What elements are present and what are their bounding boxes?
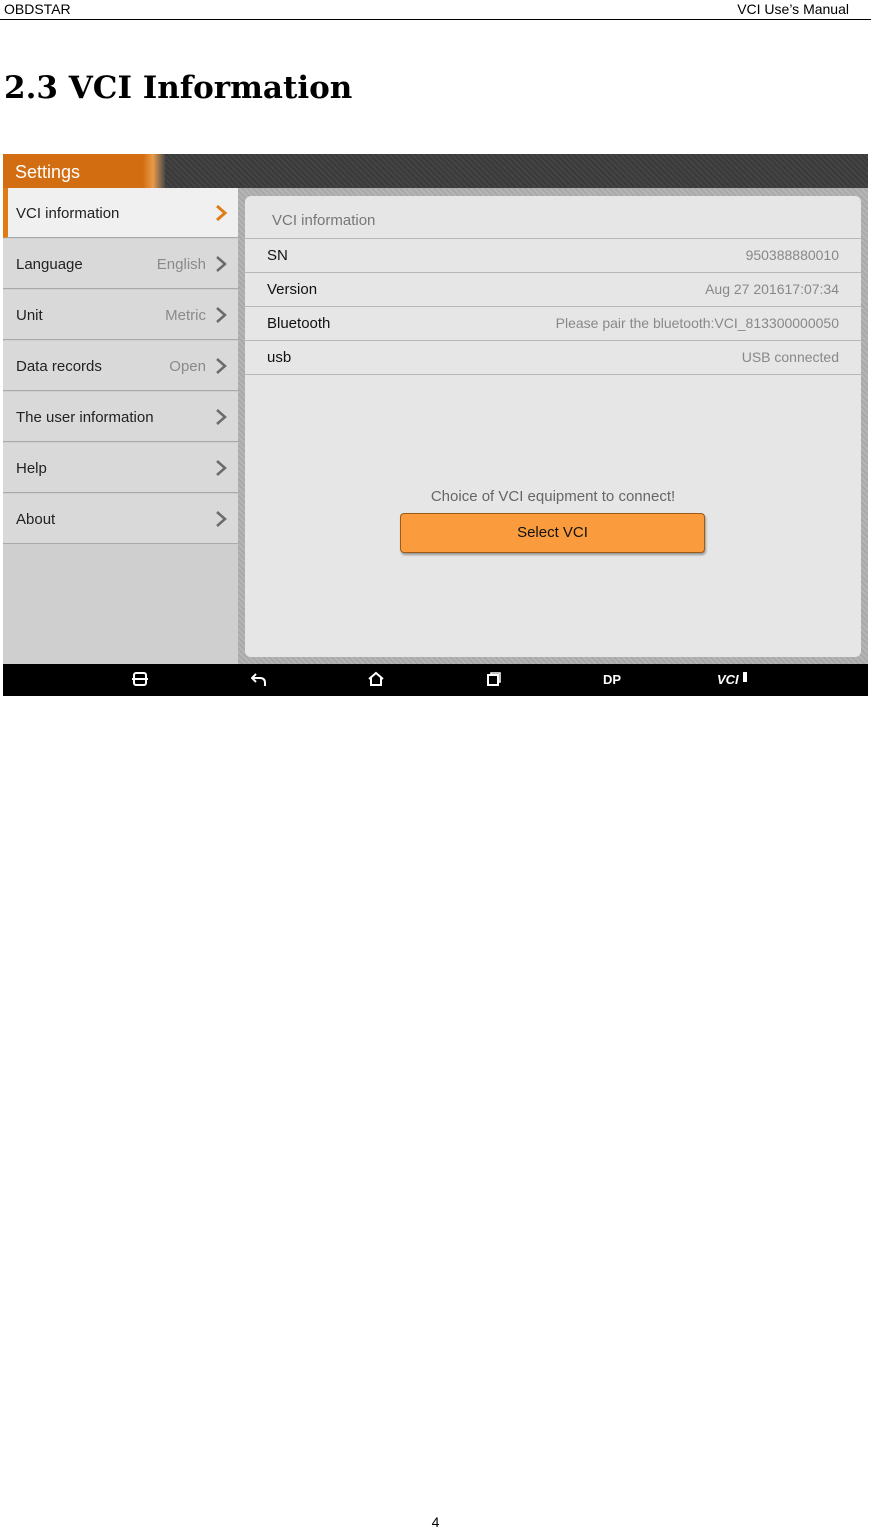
vci-status-label: VCI — [717, 672, 739, 687]
page-number: 4 — [431, 1514, 440, 1530]
screenshot-icon[interactable] — [131, 671, 149, 687]
sidebar-item-label: Unit — [16, 307, 43, 324]
chevron-right-icon — [216, 358, 227, 374]
header-manual-title: VCI Use’s Manual — [737, 1, 849, 17]
recent-apps-icon[interactable] — [486, 671, 502, 687]
chevron-right-icon — [216, 256, 227, 272]
sidebar-item-user-information[interactable]: The user information — [3, 392, 238, 442]
info-row-bluetooth: Bluetooth Please pair the bluetooth:VCI_… — [245, 306, 861, 340]
vci-info-panel: VCI information SN 950388880010 Version … — [245, 196, 861, 657]
sidebar-item-label: Help — [16, 460, 47, 477]
info-key: usb — [267, 349, 292, 366]
sidebar-item-vci-information[interactable]: VCI information — [3, 188, 238, 238]
sidebar-item-value: Open — [169, 358, 206, 375]
sidebar-item-language[interactable]: Language English — [3, 239, 238, 289]
chevron-right-icon — [216, 204, 228, 222]
sidebar-item-data-records[interactable]: Data records Open — [3, 341, 238, 391]
chevron-right-icon — [216, 460, 227, 476]
home-icon[interactable] — [367, 671, 385, 687]
info-value: USB connected — [741, 349, 839, 365]
chevron-right-icon — [216, 409, 227, 425]
settings-sidebar: VCI information Language English Unit Me… — [3, 188, 238, 664]
sidebar-item-label: Language — [16, 256, 83, 273]
content-area: VCI information SN 950388880010 Version … — [238, 188, 868, 664]
android-navbar: DP VCI — [3, 664, 868, 696]
sidebar-item-label: VCI information — [16, 205, 120, 222]
info-row-usb: usb USB connected — [245, 340, 861, 374]
panel-title: VCI information — [272, 212, 376, 229]
info-key: Version — [267, 281, 318, 298]
header-brand: OBDSTAR — [4, 1, 71, 17]
select-vci-button[interactable]: Select VCI — [400, 513, 705, 553]
sidebar-item-value: English — [156, 256, 206, 273]
app-screenshot: Settings VCI information Language Englis… — [3, 154, 868, 696]
sidebar-item-label: Data records — [16, 358, 102, 375]
info-value: 950388880010 — [745, 247, 839, 263]
vci-status-button[interactable]: VCI — [717, 672, 748, 687]
info-value: Please pair the bluetooth:VCI_8133000000… — [555, 315, 839, 331]
info-value: Aug 27 201617:07:34 — [705, 281, 839, 297]
page-header: OBDSTAR VCI Use’s Manual — [0, 0, 871, 20]
title-bar: Settings — [3, 154, 868, 188]
settings-tab-label: Settings — [15, 162, 81, 182]
settings-tab[interactable]: Settings — [3, 154, 165, 188]
sidebar-item-help[interactable]: Help — [3, 443, 238, 493]
sidebar-item-unit[interactable]: Unit Metric — [3, 290, 238, 340]
chevron-right-icon — [216, 307, 227, 323]
info-key: SN — [267, 247, 288, 264]
sidebar-item-about[interactable]: About — [3, 494, 238, 544]
connection-icon — [743, 672, 748, 682]
back-icon[interactable] — [251, 671, 267, 687]
info-key: Bluetooth — [267, 315, 331, 332]
sidebar-item-value: Metric — [165, 307, 206, 324]
sidebar-item-label: About — [16, 511, 56, 528]
connect-prompt: Choice of VCI equipment to connect! — [430, 488, 676, 505]
sidebar-item-label: The user information — [16, 409, 154, 426]
info-row-version: Version Aug 27 201617:07:34 — [245, 272, 861, 306]
divider — [245, 374, 861, 375]
section-title: 2.3 VCI Information — [4, 70, 353, 106]
chevron-right-icon — [216, 511, 227, 527]
dp-button[interactable]: DP — [603, 672, 621, 687]
info-row-sn: SN 950388880010 — [245, 238, 861, 272]
